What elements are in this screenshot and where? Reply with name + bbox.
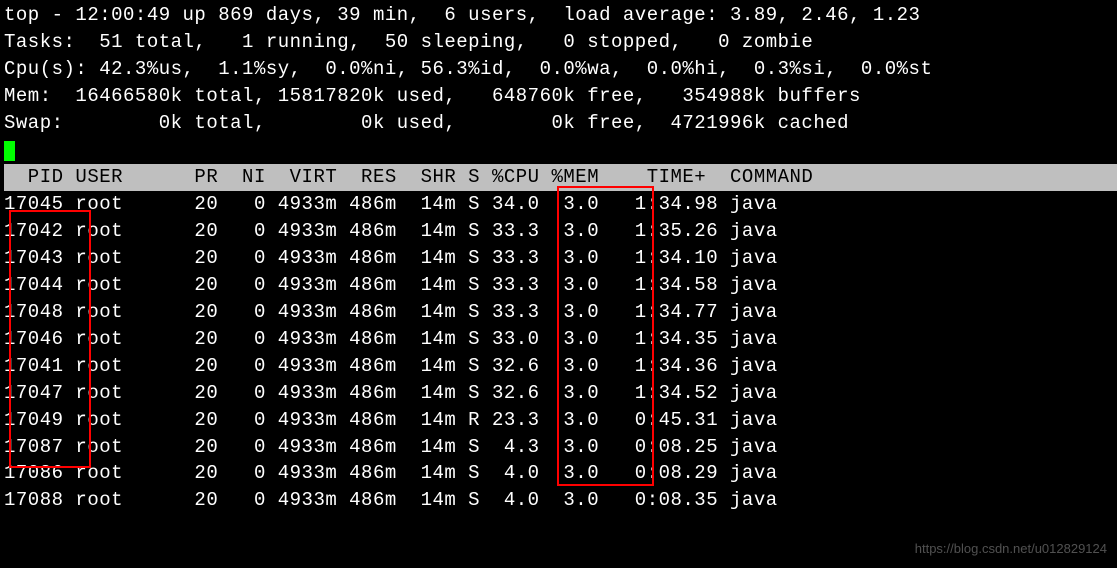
terminal-cursor: [4, 141, 15, 161]
table-row: 17045 root 20 0 4933m 486m 14m S 34.0 3.…: [4, 191, 1117, 218]
table-row: 17088 root 20 0 4933m 486m 14m S 4.0 3.0…: [4, 487, 1117, 514]
table-row: 17041 root 20 0 4933m 486m 14m S 32.6 3.…: [4, 353, 1117, 380]
process-table-header[interactable]: PID USER PR NI VIRT RES SHR S %CPU %MEM …: [4, 164, 1117, 191]
table-row: 17047 root 20 0 4933m 486m 14m S 32.6 3.…: [4, 380, 1117, 407]
top-summary-line-3: Cpu(s): 42.3%us, 1.1%sy, 0.0%ni, 56.3%id…: [4, 56, 1117, 83]
table-row: 17044 root 20 0 4933m 486m 14m S 33.3 3.…: [4, 272, 1117, 299]
cursor-line: [4, 137, 1117, 164]
top-summary-line-2: Tasks: 51 total, 1 running, 50 sleeping,…: [4, 29, 1117, 56]
table-row: 17086 root 20 0 4933m 486m 14m S 4.0 3.0…: [4, 460, 1117, 487]
top-summary-line-4: Mem: 16466580k total, 15817820k used, 64…: [4, 83, 1117, 110]
table-row: 17049 root 20 0 4933m 486m 14m R 23.3 3.…: [4, 407, 1117, 434]
top-summary-line-5: Swap: 0k total, 0k used, 0k free, 472199…: [4, 110, 1117, 137]
table-row: 17042 root 20 0 4933m 486m 14m S 33.3 3.…: [4, 218, 1117, 245]
watermark-text: https://blog.csdn.net/u012829124: [915, 540, 1107, 558]
table-row: 17087 root 20 0 4933m 486m 14m S 4.3 3.0…: [4, 434, 1117, 461]
table-row: 17048 root 20 0 4933m 486m 14m S 33.3 3.…: [4, 299, 1117, 326]
table-row: 17043 root 20 0 4933m 486m 14m S 33.3 3.…: [4, 245, 1117, 272]
top-summary-line-1: top - 12:00:49 up 869 days, 39 min, 6 us…: [4, 2, 1117, 29]
table-row: 17046 root 20 0 4933m 486m 14m S 33.0 3.…: [4, 326, 1117, 353]
